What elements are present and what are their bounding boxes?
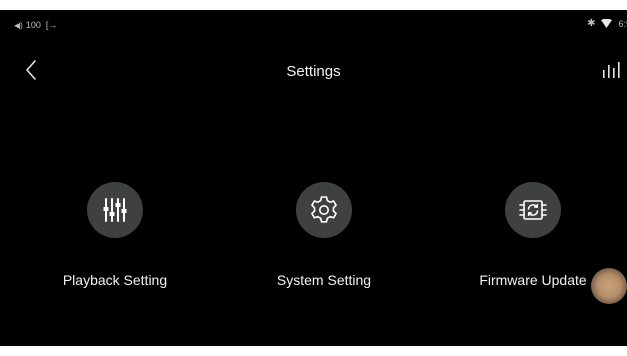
status-left: ◀) 100 [→ xyxy=(14,20,57,30)
page-title: Settings xyxy=(286,63,341,80)
status-right: ✱ 6:5 xyxy=(587,18,627,29)
status-clock: 6:5 xyxy=(618,18,627,29)
volume-level: 100 xyxy=(25,20,41,30)
wifi-icon xyxy=(601,19,613,28)
system-setting-button[interactable]: System Setting xyxy=(234,182,414,292)
playback-icon-circle xyxy=(87,182,143,238)
firmware-icon-circle xyxy=(505,182,561,238)
device-screen: ◀) 100 [→ ✱ 6:5 Settings xyxy=(0,10,627,346)
gear-icon xyxy=(311,196,337,223)
equalizer-sliders-icon xyxy=(103,198,127,222)
status-bar: ◀) 100 [→ ✱ 6:5 xyxy=(0,10,627,38)
bluetooth-icon: ✱ xyxy=(587,18,596,29)
title-bar: Settings xyxy=(0,55,627,85)
playback-setting-button[interactable]: Playback Setting xyxy=(25,182,205,292)
chip-refresh-icon xyxy=(519,200,547,220)
input-icon: [→ xyxy=(45,20,58,30)
settings-menu: Playback Setting System Setting Firmware… xyxy=(0,182,627,302)
volume-icon: ◀) xyxy=(14,20,23,30)
system-icon-circle xyxy=(296,182,352,238)
system-setting-label: System Setting xyxy=(276,272,372,288)
spectrum-button[interactable] xyxy=(601,60,621,80)
playback-setting-label: Playback Setting xyxy=(62,272,168,288)
spectrum-bars-icon xyxy=(603,62,620,78)
touch-indicator xyxy=(591,268,627,304)
